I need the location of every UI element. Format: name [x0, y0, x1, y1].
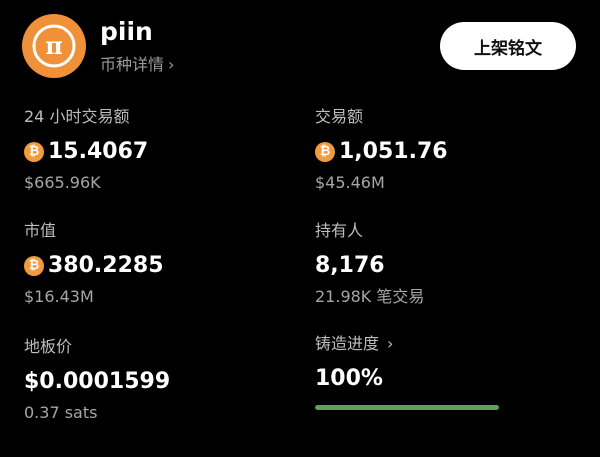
stat-transactions-count: 21.98K 笔交易: [315, 287, 425, 306]
stat-value: 8,176: [315, 253, 385, 278]
mint-progress-fill: [315, 405, 499, 410]
stat-value-row: ₿ 380.2285: [24, 252, 284, 280]
bitcoin-icon: ₿: [315, 142, 335, 162]
stat-value: 1,051.76: [339, 139, 448, 164]
stat-label: 地板价: [24, 337, 73, 356]
token-name: piin: [100, 17, 153, 46]
chevron-right-icon: ›: [387, 334, 394, 353]
stat-value: 15.4067: [48, 139, 149, 164]
stat-value-row: ₿ 15.4067: [24, 138, 284, 166]
stat-value: 380.2285: [48, 253, 164, 278]
stat-value-row: 8,176: [315, 252, 575, 280]
stat-value-row: 100%: [315, 365, 575, 393]
stat-label: 交易额: [315, 107, 364, 126]
coin-details-label: 币种详情: [100, 55, 165, 74]
token-header: π piin 币种详情 › 上架铭文: [0, 0, 600, 100]
stat-value-row: $0.0001599: [24, 368, 284, 396]
stat-holders: 持有人 8,176 21.98K 笔交易: [315, 220, 575, 308]
stat-label: 24 小时交易额: [24, 107, 130, 126]
stat-label: 市值: [24, 221, 57, 240]
list-inscription-button[interactable]: 上架铭文: [440, 22, 576, 70]
bitcoin-icon: ₿: [24, 256, 44, 276]
mint-progress-bar: [315, 405, 499, 410]
stat-total-volume: 交易额 ₿ 1,051.76 $45.46M: [315, 106, 575, 194]
stat-label: 铸造进度: [315, 334, 380, 353]
stat-value: 100%: [315, 366, 383, 391]
stat-mint-progress[interactable]: 铸造进度 › 100%: [315, 333, 575, 410]
stat-usd-value: $16.43M: [24, 287, 94, 306]
stat-value-row: ₿ 1,051.76: [315, 138, 575, 166]
stat-market-cap: 市值 ₿ 380.2285 $16.43M: [24, 220, 284, 308]
stat-volume-24h: 24 小时交易额 ₿ 15.4067 $665.96K: [24, 106, 284, 194]
stat-floor-price: 地板价 $0.0001599 0.37 sats: [24, 336, 284, 424]
chevron-right-icon: ›: [168, 55, 175, 74]
stat-sats-value: 0.37 sats: [24, 403, 98, 422]
bitcoin-icon: ₿: [24, 142, 44, 162]
coin-details-link[interactable]: 币种详情 ›: [100, 54, 174, 76]
stat-usd-value: $45.46M: [315, 173, 385, 192]
stat-value: $0.0001599: [24, 369, 171, 394]
mint-progress-link[interactable]: 铸造进度 ›: [315, 333, 575, 355]
stat-usd-value: $665.96K: [24, 173, 101, 192]
svg-text:π: π: [45, 31, 63, 60]
stat-label: 持有人: [315, 221, 364, 240]
pi-logo-icon: π: [22, 14, 86, 78]
